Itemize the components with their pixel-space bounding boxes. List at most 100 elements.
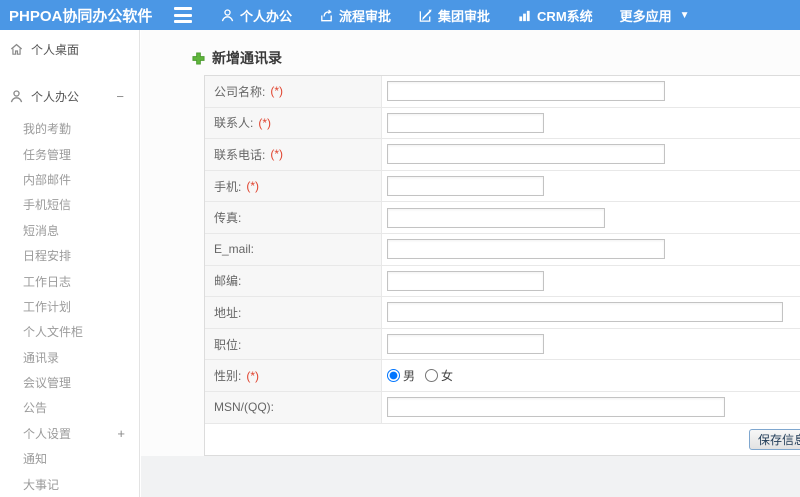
required-marker: (*) [246,179,260,194]
radio-label: 女 [441,369,454,384]
nav-item-personal-office[interactable]: 个人办公 [220,6,292,25]
sidebar-item[interactable]: 我的考勤 [0,116,139,141]
radio-input[interactable] [387,369,400,383]
text-input[interactable] [387,302,783,323]
form-label-cell: 联系电话: (*) [205,139,382,170]
form-label-cell: 手机: (*) [205,170,382,202]
field-label: 手机: [214,179,242,194]
sidebar-item[interactable]: 短消息 [0,218,139,243]
expand-toggle-icon[interactable]: + [117,426,125,441]
sidebar-item[interactable]: 工作计划 [0,294,139,319]
required-marker: (*) [270,84,284,99]
field-label: 传真: [214,211,242,226]
sidebar-item[interactable]: 通讯录 [0,345,139,370]
form-row: E_mail: [205,233,800,266]
form-field-cell [382,107,800,139]
sidebar-item[interactable]: 工作日志 [0,268,139,293]
sidebar-item-label: 工作计划 [23,299,72,314]
sidebar-item[interactable]: 个人设置 + [0,421,139,446]
sidebar-item[interactable]: 通知 [0,446,139,471]
sidebar-item[interactable]: 任务管理 [0,141,139,166]
sidebar-item[interactable]: 日程安排 [0,243,139,268]
field-label: 联系人: [214,116,254,131]
form-label-cell: 传真: [205,202,382,233]
field-label: E_mail: [214,242,255,257]
sidebar: 个人桌面 个人办公 − 我的考勤任务管理 内部邮件手机短信短消息 日程安排工作日志工… [0,30,140,497]
share-icon [319,8,334,23]
sidebar-item[interactable]: 手机短信 [0,192,139,217]
text-input[interactable] [387,270,544,291]
text-input[interactable] [387,112,544,133]
hamburger-menu-icon[interactable] [174,7,194,23]
nav-item-label: 集团审批 [438,8,491,24]
form-field-cell [382,391,800,423]
text-input[interactable] [387,239,665,260]
form-row: 邮编: [205,265,800,298]
text-input[interactable] [387,207,605,228]
nav-item-group-approval[interactable]: 集团审批 [418,6,490,25]
text-input[interactable] [387,144,665,165]
sidebar-item-label: 手机短信 [23,198,72,213]
form-label-cell: MSN/(QQ): [205,391,382,423]
sidebar-item[interactable]: 公告 [0,395,139,420]
sidebar-item[interactable]: 个人文件柜 [0,319,139,344]
text-input[interactable] [387,334,544,355]
form-label-cell: 公司名称: (*) [205,76,382,107]
nav-item-label: CRM系统 [537,8,593,24]
page-title-row: 新增通讯录 [192,48,282,68]
sidebar-item-label: 个人桌面 [31,42,80,57]
sidebar-item[interactable]: 会议管理 [0,370,139,395]
sidebar-item[interactable]: 大事记 [0,471,139,496]
text-input[interactable] [387,397,725,418]
sidebar-item-label: 个人设置 [23,426,72,441]
form-actions-row: 保存信息 [205,423,800,455]
field-label: 邮编: [214,274,242,289]
required-marker: (*) [246,368,260,383]
add-plus-icon [192,51,205,65]
nav-item-crm-system[interactable]: CRM系统 [517,6,593,25]
radio-option[interactable]: 男 [387,367,415,384]
collapse-toggle-icon[interactable]: − [116,89,124,104]
required-marker: (*) [270,147,284,162]
field-label: 性别: [214,369,242,384]
field-label: 公司名称: [214,84,266,99]
sidebar-item-label: 工作日志 [23,274,72,289]
sidebar-menu-list: 我的考勤任务管理 内部邮件手机短信短消息 日程安排工作日志工作计划个人文件柜通讯录会… [0,116,139,497]
sidebar-item-label: 公告 [23,401,48,416]
user-icon [9,89,24,104]
radio-label: 男 [403,369,416,384]
nav-item-label: 个人办公 [240,8,293,24]
sidebar-group-personal-office[interactable]: 个人办公 − [0,84,139,108]
sidebar-item[interactable]: 内部邮件 [0,167,139,192]
sidebar-item-personal-desktop[interactable]: 个人桌面 [0,37,139,61]
form-field-cell [382,202,800,233]
new-contact-form: 公司名称: (*) 联系人: (*) 联系电话: (*) 手机: (*) 传真: E_mail: 邮… [204,75,800,456]
radio-input[interactable] [425,369,439,383]
form-field-cell: 男女 [382,360,800,391]
text-input[interactable] [387,176,544,197]
form-row: 手机: (*) [205,170,800,203]
app-logo: PHPOA协同办公软件 [9,7,153,25]
nav-item-label: 流程审批 [339,8,392,24]
edit-icon [418,8,433,23]
form-row: 公司名称: (*) [205,76,800,108]
sidebar-item-label: 个人文件柜 [23,325,84,340]
sidebar-item-label: 会议管理 [23,376,72,391]
form-label-cell: 性别: (*) [205,360,382,391]
form-label-cell: 联系人: (*) [205,107,382,139]
nav-item-more-apps[interactable]: 更多应用 ▼ [620,6,690,25]
main-content: 新增通讯录 公司名称: (*) 联系人: (*) 联系电话: (*) 手机: (*) 传真: E_… [141,30,800,497]
save-button[interactable]: 保存信息 [749,428,800,450]
radio-option[interactable]: 女 [425,367,453,384]
form-row: 职位: [205,328,800,361]
text-input[interactable] [387,81,665,102]
bar-chart-icon [517,8,532,23]
nav-item-workflow-approval[interactable]: 流程审批 [319,6,391,25]
field-label: 职位: [214,337,242,352]
content-footer-area [141,456,800,497]
sidebar-item-label: 通讯录 [23,350,60,365]
sidebar-item-label: 我的考勤 [23,122,72,137]
form-row: 联系人: (*) [205,107,800,140]
form-field-cell [382,76,800,107]
app-window: PHPOA协同办公软件 个人办公 流程审批 集团审批 CRM系统 更多应用 ▼ 个人桌面 … [0,0,800,497]
